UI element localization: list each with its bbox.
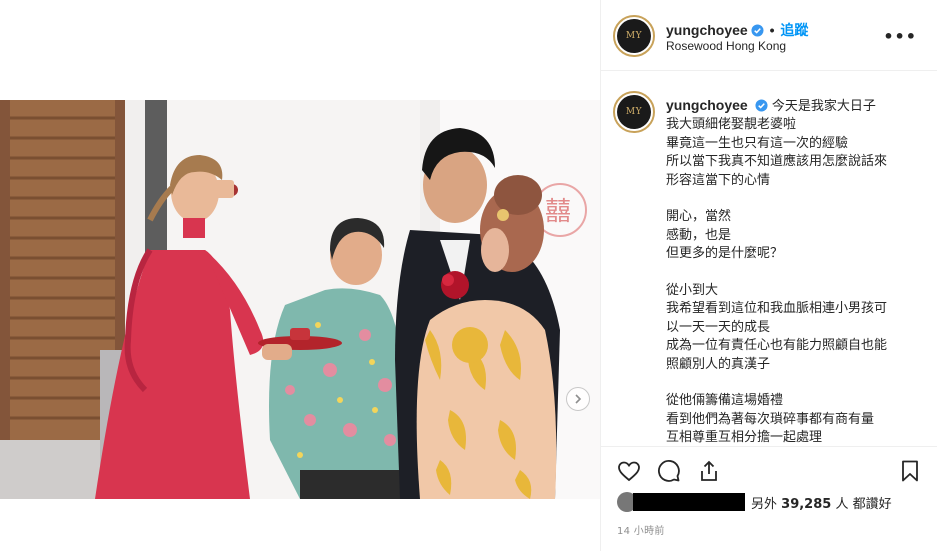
- bookmark-icon: [902, 460, 918, 482]
- likes-prefix: 另外: [751, 496, 778, 512]
- caption-line: 以一天一天的成長: [666, 319, 771, 335]
- caption-line: 看到他們為著每次瑣碎事都有商有量: [666, 411, 875, 427]
- verified-badge-icon: [751, 24, 764, 37]
- media-area: 囍: [0, 0, 600, 551]
- save-button[interactable]: [897, 458, 923, 484]
- caption-line: 開心，當然: [666, 209, 732, 225]
- location-link[interactable]: Rosewood Hong Kong: [666, 39, 786, 53]
- caption-line: 成為一位有責任心也有能力照顧自也能: [666, 338, 888, 354]
- comment-button[interactable]: [656, 458, 682, 484]
- likes-count[interactable]: 39,285: [781, 497, 831, 512]
- caption-line-text: 今天是我家大日子: [771, 99, 876, 114]
- post-side-panel: MY yungchoyee • 追蹤 Rosewood Hong Kong ••…: [600, 0, 937, 551]
- caption-line: 照顧別人的真漢子: [666, 356, 771, 372]
- heart-icon: [618, 461, 640, 482]
- header-username-row: yungchoyee • 追蹤: [666, 20, 808, 40]
- caption-line: 從他倆籌備這場婚禮: [666, 393, 784, 409]
- caption-line: 但更多的是什麼呢？: [666, 246, 784, 262]
- verified-badge-icon: [755, 99, 768, 112]
- post-header: MY yungchoyee • 追蹤 Rosewood Hong Kong ••…: [601, 0, 937, 71]
- caption-line: 感動，也是: [666, 227, 732, 243]
- post-timestamp[interactable]: 14 小時前: [617, 522, 665, 537]
- separator-dot: •: [769, 22, 775, 38]
- next-photo-button[interactable]: [566, 387, 590, 411]
- post-actions: 另外 39,285 人 都讚好 14 小時前: [601, 446, 937, 551]
- caption-avatar-logo: MY: [625, 106, 643, 117]
- caption-line: 所以當下我真不知道應該用怎麼說話來: [666, 154, 888, 170]
- avatar-logo: MY: [625, 30, 643, 41]
- likes-text: 另外 39,285 人 都讚好: [751, 493, 892, 512]
- caption-line: 互相尊重互相分擔一起處理: [666, 430, 823, 446]
- caption-line: 從小到大: [666, 283, 719, 299]
- caption-line: 畢竟這一生也只有這一次的經驗: [666, 135, 849, 151]
- share-icon: [701, 460, 717, 481]
- caption-avatar[interactable]: MY: [617, 95, 651, 129]
- avatar[interactable]: MY: [617, 19, 651, 53]
- caption-line: 我希望看到這位和我血脈相連小男孩可: [666, 301, 888, 317]
- username-link[interactable]: yungchoyee: [666, 22, 748, 38]
- like-button[interactable]: [616, 458, 642, 484]
- caption-line: 形容這當下的心情: [666, 172, 771, 188]
- post-photo[interactable]: 囍: [0, 100, 600, 499]
- likes-summary[interactable]: 另外 39,285 人 都讚好: [617, 492, 892, 512]
- caption-area: MY yungchoyee 今天是我家大日子 我大頭細佬娶靚老婆啦 畢竟這一生也…: [601, 72, 937, 446]
- redacted-username: [633, 493, 745, 511]
- share-button[interactable]: [696, 458, 722, 484]
- more-options-button[interactable]: •••: [883, 27, 917, 46]
- follow-button[interactable]: 追蹤: [780, 22, 808, 38]
- caption-username[interactable]: yungchoyee: [666, 97, 748, 113]
- caption-line: yungchoyee 今天是我家大日子: [666, 96, 928, 116]
- svg-text:囍: 囍: [545, 197, 571, 227]
- comment-icon: [658, 460, 680, 482]
- chevron-right-icon: [575, 394, 582, 404]
- likes-suffix: 人 都讚好: [835, 496, 892, 512]
- caption-text: yungchoyee 今天是我家大日子 我大頭細佬娶靚老婆啦 畢竟這一生也只有這…: [666, 96, 928, 446]
- caption-line: 我大頭細佬娶靚老婆啦: [666, 117, 797, 133]
